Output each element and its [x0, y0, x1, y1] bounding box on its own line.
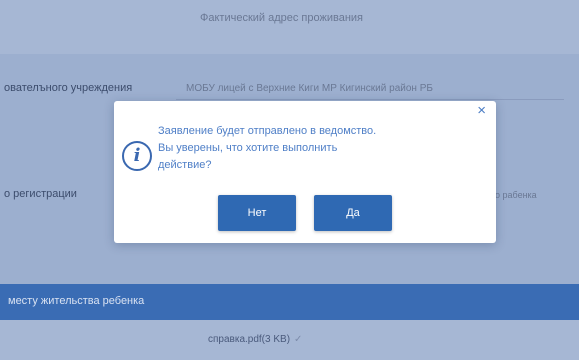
attachment-area: справка.pdf(3 KB) ✓: [0, 320, 579, 360]
registration-label: о регистрации: [4, 188, 77, 200]
institution-row: ователъного учреждения МОБУ лицей с Верх…: [0, 78, 579, 102]
no-button[interactable]: Нет: [218, 195, 296, 231]
institution-field[interactable]: МОБУ лицей с Верхние Киги МР Кигинский р…: [176, 78, 564, 100]
info-icon: i: [122, 141, 152, 171]
top-field: Фактический адрес проживания: [0, 0, 579, 54]
confirm-dialog: × i Заявление будет отправлено в ведомст…: [114, 101, 496, 243]
attachment-file-name: справка.pdf(3 KB): [208, 334, 291, 345]
close-icon[interactable]: ×: [477, 103, 486, 119]
yes-button[interactable]: Да: [314, 195, 392, 231]
registration-field[interactable]: о рабенка: [495, 184, 567, 206]
institution-label: ователъного учреждения: [4, 82, 133, 94]
dialog-message: Заявление будет отправлено в ведомство. …: [158, 123, 478, 174]
dialog-message-line: Заявление будет отправлено в ведомство.: [158, 125, 377, 137]
section-header: месту жительства ребенка: [0, 284, 579, 320]
attachment-file[interactable]: справка.pdf(3 KB) ✓: [208, 334, 302, 345]
dialog-message-line: Вы уверены, что хотите выполнить: [158, 142, 338, 154]
top-field-text: Фактический адрес проживания: [200, 12, 364, 24]
dialog-message-line: действие?: [158, 159, 212, 171]
section-header-title: месту жительства ребенка: [8, 295, 145, 307]
check-icon: ✓: [294, 334, 303, 345]
